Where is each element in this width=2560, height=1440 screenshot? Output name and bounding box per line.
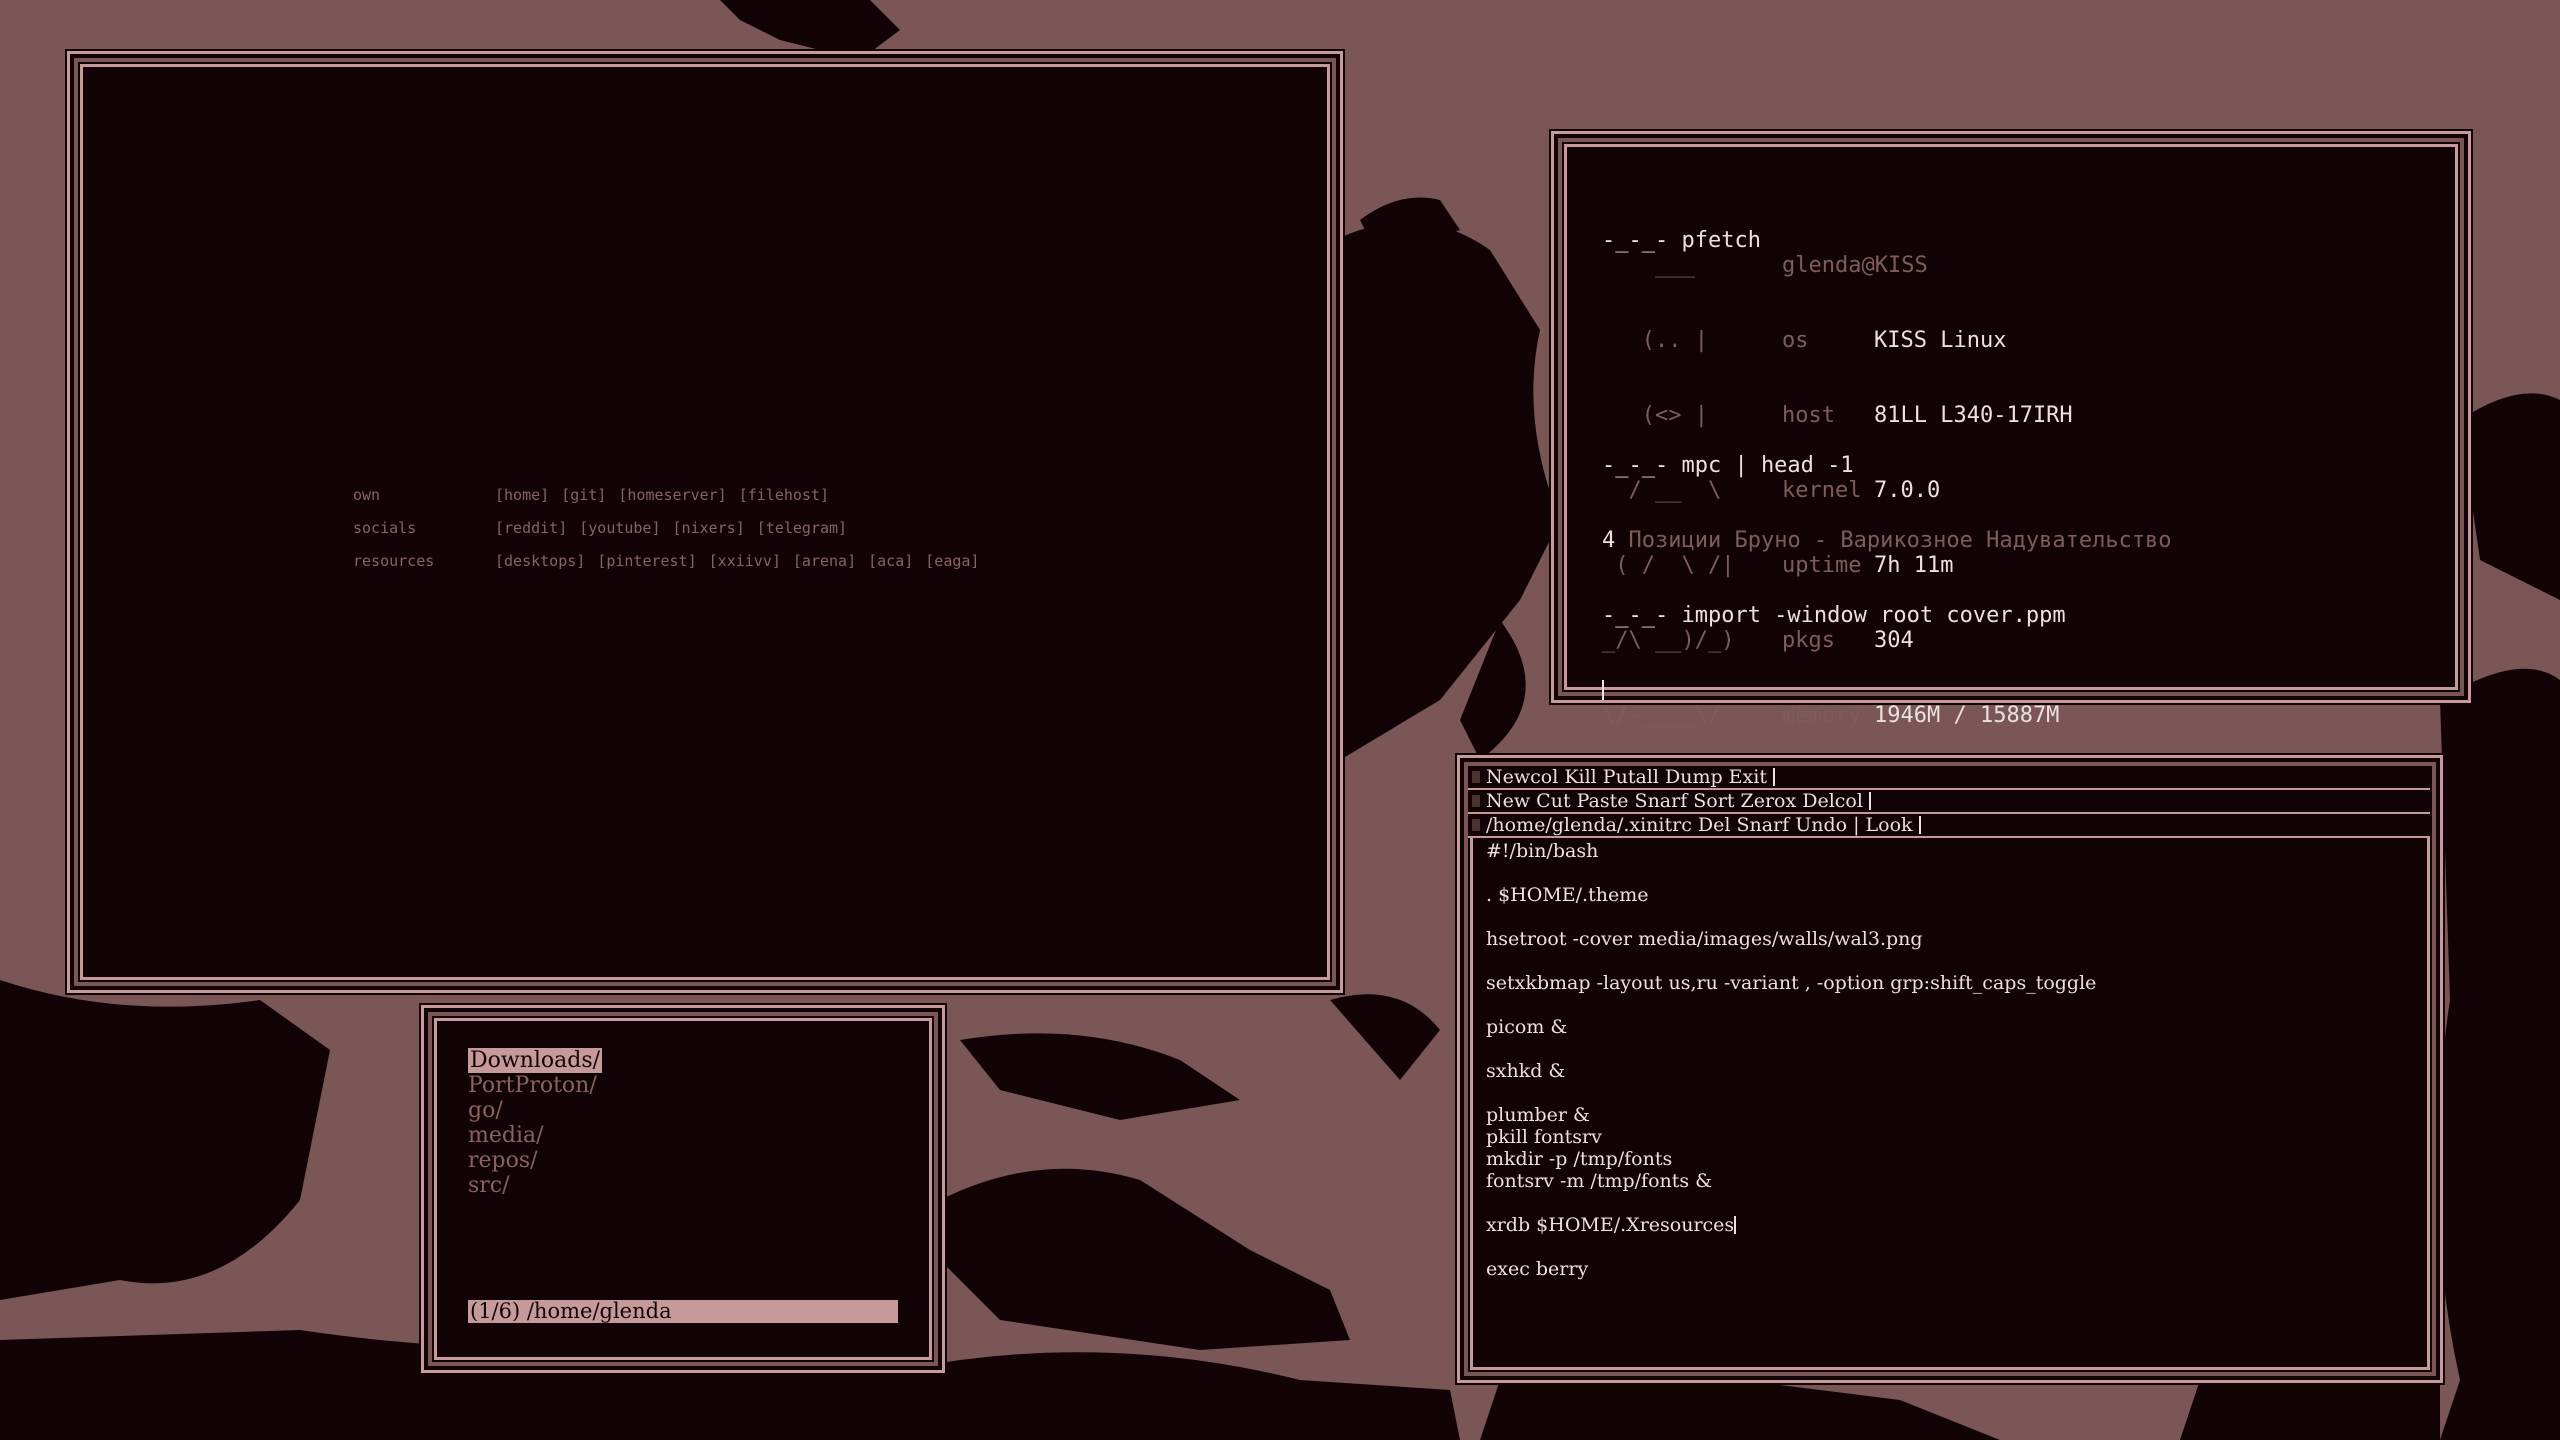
file-item[interactable]: media/ xyxy=(468,1123,602,1148)
link-homeserver[interactable]: [homeserver] xyxy=(618,486,726,504)
info-key: os xyxy=(1782,328,1809,353)
row-label: resources xyxy=(353,551,435,570)
user-host: glenda@KISS xyxy=(1782,253,1928,278)
tag-cursor xyxy=(1772,768,1775,786)
tag-text[interactable]: /home/glenda/.xinitrc Del Snarf Undo | L… xyxy=(1486,814,1913,836)
links-row-resources: resources [desktops] [pinterest] [xxiivv… xyxy=(353,544,991,577)
links-row-own: own [home] [git] [homeserver] [filehost] xyxy=(353,478,991,511)
code-line: xrdb $HOME/.Xresources xyxy=(1486,1214,1737,1236)
file-item[interactable]: PortProton/ xyxy=(468,1073,602,1098)
acme-editor: Newcol Kill Putall Dump Exit New Cut Pas… xyxy=(1468,766,2430,1370)
link-git[interactable]: [git] xyxy=(561,486,606,504)
layout-box[interactable] xyxy=(1472,795,1480,807)
file-item[interactable]: src/ xyxy=(468,1173,602,1198)
link-eaga[interactable]: [eaga] xyxy=(925,552,979,570)
terminal-cursor-line[interactable] xyxy=(1602,678,2172,703)
code-line: pkill fontsrv xyxy=(1486,1126,1602,1148)
terminal-output-2: -_-_- mpc | head -1 4 Позиции Бруно - Ва… xyxy=(1602,403,2172,728)
tag-cursor xyxy=(1868,792,1871,810)
file-manager-status: (1/6) /home/glenda xyxy=(468,1300,898,1323)
row-label: socials xyxy=(353,518,417,537)
code-line: picom & xyxy=(1486,1016,1568,1038)
link-nixers[interactable]: [nixers] xyxy=(673,519,745,537)
tag-cursor xyxy=(1918,816,1921,834)
link-pinterest[interactable]: [pinterest] xyxy=(597,552,696,570)
code-line: . $HOME/.theme xyxy=(1486,884,1649,906)
text-cursor xyxy=(1602,680,1604,700)
link-arena[interactable]: [arena] xyxy=(793,552,856,570)
file-item[interactable]: go/ xyxy=(468,1098,602,1123)
text-cursor xyxy=(1734,1216,1737,1234)
code-line: #!/bin/bash xyxy=(1486,840,1599,862)
file-item[interactable]: repos/ xyxy=(468,1148,602,1173)
layout-box[interactable] xyxy=(1472,771,1480,783)
file-list: Downloads/ PortProton/ go/ media/ repos/… xyxy=(468,1048,603,1198)
code-line: plumber & xyxy=(1486,1104,1590,1126)
ascii-line: ___ xyxy=(1602,253,1695,278)
links-row-socials: socials [reddit] [youtube] [nixers] [tel… xyxy=(353,511,991,544)
command-line: -_-_- import -window root cover.ppm xyxy=(1602,603,2066,628)
link-telegram[interactable]: [telegram] xyxy=(757,519,847,537)
code-line: fontsrv -m /tmp/fonts & xyxy=(1486,1170,1713,1192)
link-youtube[interactable]: [youtube] xyxy=(579,519,660,537)
code-line: exec berry xyxy=(1486,1258,1589,1280)
tag-text[interactable]: New Cut Paste Snarf Sort Zerox Delcol xyxy=(1486,790,1863,812)
file-content[interactable]: #!/bin/bash . $HOME/.theme hsetroot -cover… xyxy=(1486,840,2096,1280)
track-title: Позиции Бруно - Варикозное Надувательств… xyxy=(1628,528,2172,553)
info-value: KISS Linux xyxy=(1874,328,2007,353)
code-line: mkdir -p /tmp/fonts xyxy=(1486,1148,1673,1170)
code-line: sxhkd & xyxy=(1486,1060,1566,1082)
acme-window-tag[interactable]: New Cut Paste Snarf Sort Zerox Delcol xyxy=(1468,790,2430,814)
code-line: setxkbmap -layout us,ru -variant , -opti… xyxy=(1486,972,2097,994)
layout-box[interactable] xyxy=(1472,819,1480,831)
link-reddit[interactable]: [reddit] xyxy=(495,519,567,537)
file-item-selected[interactable]: Downloads/ xyxy=(468,1048,603,1073)
link-home[interactable]: [home] xyxy=(495,486,549,504)
acme-file-tag[interactable]: /home/glenda/.xinitrc Del Snarf Undo | L… xyxy=(1468,814,2430,838)
ascii-line: (.. | xyxy=(1602,328,1708,353)
acme-column-tag[interactable]: Newcol Kill Putall Dump Exit xyxy=(1468,766,2430,790)
code-line: hsetroot -cover media/images/walls/wal3.… xyxy=(1486,928,1923,950)
link-filehost[interactable]: [filehost] xyxy=(739,486,829,504)
command-line: -_-_- mpc | head -1 xyxy=(1602,453,1854,478)
link-aca[interactable]: [aca] xyxy=(868,552,913,570)
tag-text[interactable]: Newcol Kill Putall Dump Exit xyxy=(1486,766,1767,788)
link-xxiivv[interactable]: [xxiivv] xyxy=(709,552,781,570)
track-number: 4 xyxy=(1602,528,1616,553)
link-desktops[interactable]: [desktops] xyxy=(495,552,585,570)
startpage-links: own [home] [git] [homeserver] [filehost]… xyxy=(353,478,991,577)
row-label: own xyxy=(353,485,381,504)
